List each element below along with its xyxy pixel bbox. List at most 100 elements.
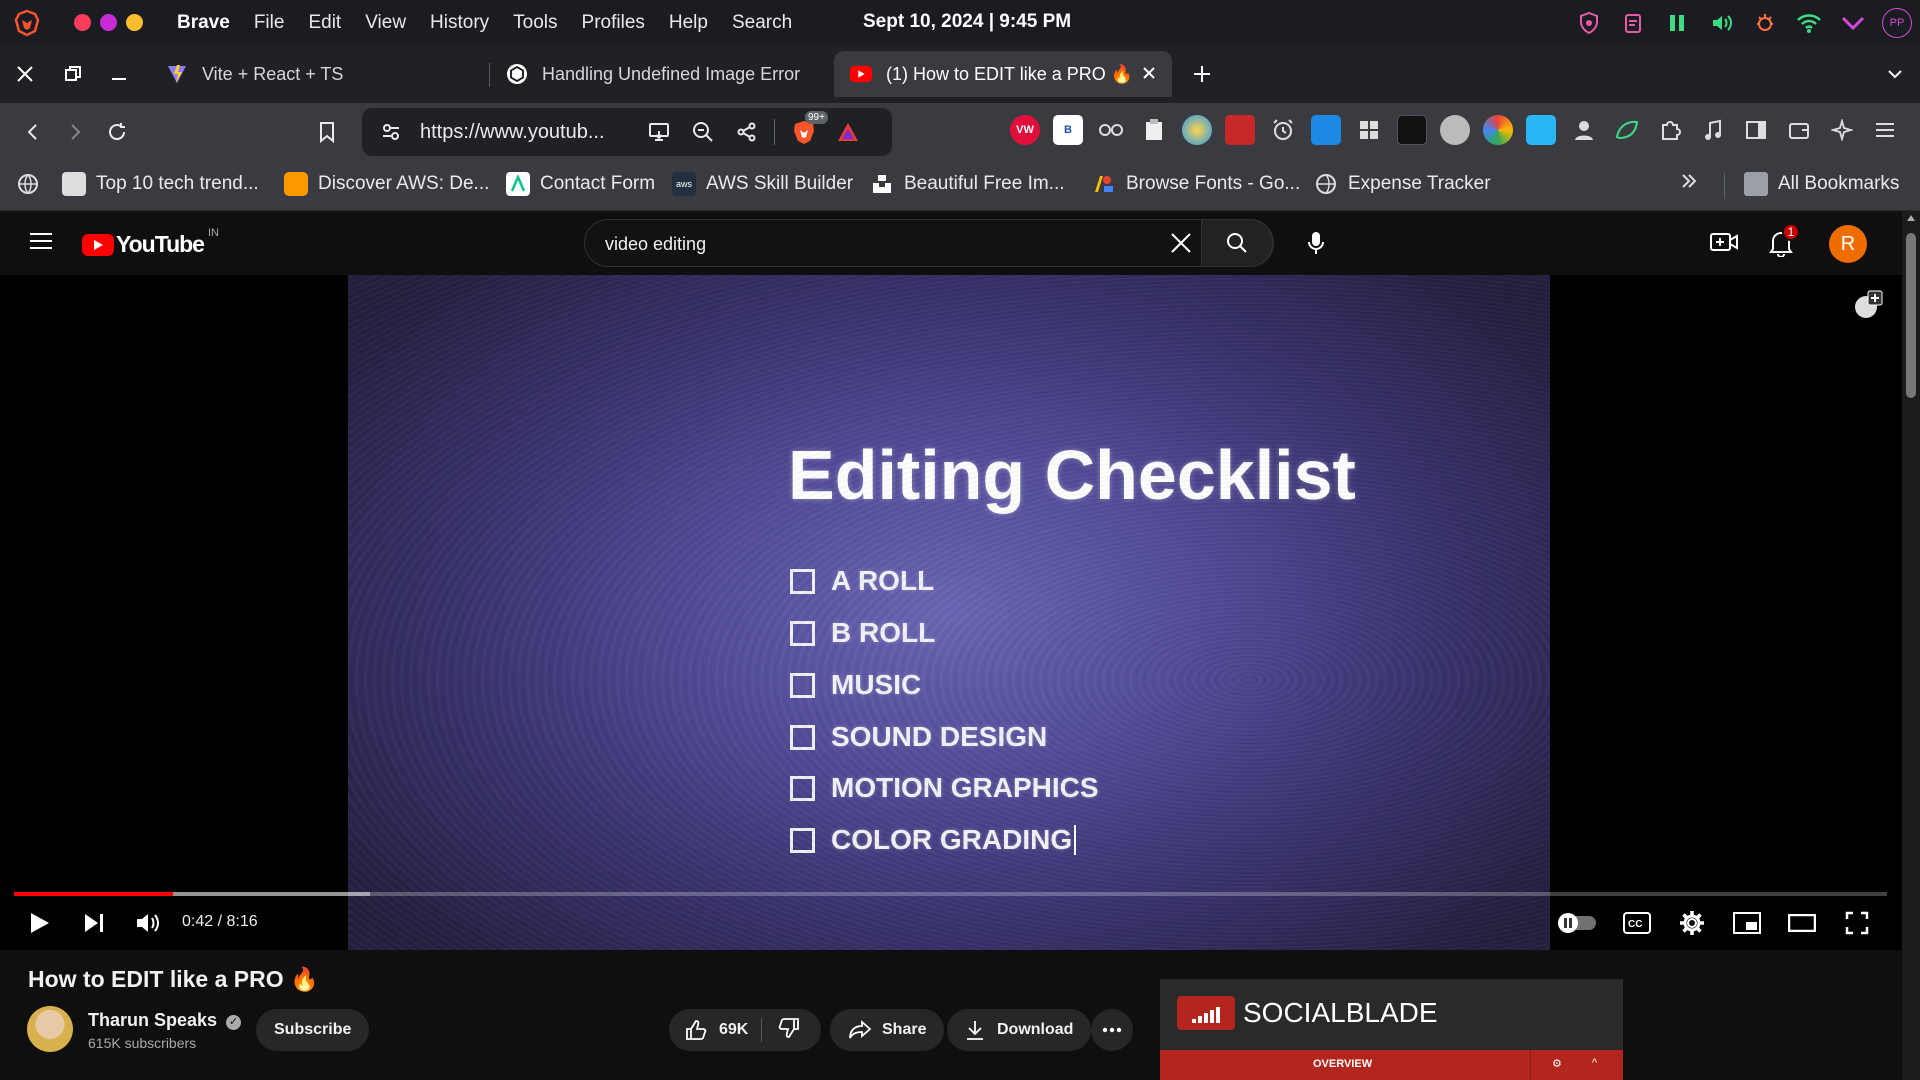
autoplay-toggle[interactable]: [1558, 903, 1598, 943]
volume-icon[interactable]: [128, 903, 168, 943]
video-player[interactable]: Editing Checklist A ROLL B ROLL MUSIC SO…: [0, 275, 1902, 950]
close-icon[interactable]: [8, 57, 42, 91]
minimize-icon[interactable]: [102, 57, 136, 91]
brave-rewards-icon[interactable]: [833, 117, 863, 147]
extension-person-icon[interactable]: [1569, 115, 1599, 145]
profile-icon[interactable]: PP: [1882, 8, 1912, 38]
new-tab-icon[interactable]: [1185, 57, 1219, 91]
menu-file[interactable]: File: [242, 12, 297, 34]
info-card-icon[interactable]: [1852, 289, 1884, 326]
extension-web-icon[interactable]: [1440, 115, 1470, 145]
system-clock[interactable]: Sept 10, 2024 | 9:45 PM: [863, 11, 1071, 33]
tab-vite-react[interactable]: Vite + React + TS: [150, 51, 480, 97]
more-actions-button[interactable]: [1091, 1009, 1133, 1051]
extension-wave-icon[interactable]: [1526, 115, 1556, 145]
back-icon[interactable]: [16, 115, 50, 149]
bug-icon[interactable]: [1750, 8, 1780, 38]
tab-youtube-active[interactable]: (1) How to EDIT like a PRO 🔥: [834, 51, 1172, 97]
create-video-icon[interactable]: [1710, 230, 1738, 259]
volume-icon[interactable]: [1706, 8, 1736, 38]
bookmark-globe-icon[interactable]: [16, 172, 50, 196]
brave-shields-icon[interactable]: 99+: [789, 111, 828, 147]
subtitles-icon[interactable]: CC: [1617, 903, 1657, 943]
socialblade-overview-tab[interactable]: OVERVIEW: [1313, 1058, 1372, 1070]
site-settings-icon[interactable]: [376, 117, 406, 147]
menu-app-name[interactable]: Brave: [165, 12, 242, 34]
fullscreen-icon[interactable]: [1837, 903, 1877, 943]
extension-vw-icon[interactable]: VW: [1010, 115, 1040, 145]
bookmarks-overflow-icon[interactable]: [1680, 172, 1698, 190]
progress-bar[interactable]: [14, 892, 1887, 896]
next-video-icon[interactable]: [74, 903, 114, 943]
play-icon[interactable]: [20, 903, 60, 943]
brave-logo-icon[interactable]: [10, 6, 44, 40]
zoom-icon[interactable]: [688, 117, 718, 147]
channel-avatar[interactable]: [27, 1006, 73, 1052]
tab-handling-undefined[interactable]: Handling Undefined Image Error: [490, 51, 830, 97]
scroll-up-icon[interactable]: [1907, 215, 1915, 221]
minimize-window-dot[interactable]: [100, 14, 117, 31]
sidebar-toggle-icon[interactable]: [1741, 115, 1771, 145]
search-input[interactable]: [605, 230, 1145, 258]
bookmark-top10[interactable]: Top 10 tech trend...: [62, 172, 259, 196]
extension-book-icon[interactable]: [1225, 115, 1255, 145]
menu-edit[interactable]: Edit: [296, 12, 353, 34]
user-avatar[interactable]: R: [1829, 225, 1867, 263]
menu-history[interactable]: History: [418, 12, 501, 34]
chevron-down-icon[interactable]: [1838, 8, 1868, 38]
menu-profiles[interactable]: Profiles: [570, 12, 657, 34]
subscribe-button[interactable]: Subscribe: [256, 1009, 370, 1051]
share-button[interactable]: Share: [830, 1009, 945, 1051]
youtube-logo[interactable]: YouTube IN: [82, 227, 219, 258]
scroll-thumb[interactable]: [1906, 233, 1916, 398]
menu-view[interactable]: View: [353, 12, 418, 34]
bookmark-contact-form[interactable]: Contact Form: [506, 172, 655, 196]
notifications-bell-icon[interactable]: 1: [1768, 223, 1800, 262]
settings-gear-icon[interactable]: [1672, 903, 1712, 943]
socialblade-logo[interactable]: SOCIALBLADE: [1177, 996, 1438, 1030]
extension-color-icon[interactable]: [1483, 115, 1513, 145]
extension-glasses-icon[interactable]: [1096, 115, 1126, 145]
menu-search[interactable]: Search: [720, 12, 804, 34]
tab-close-icon[interactable]: [1142, 64, 1156, 85]
bookmark-page-icon[interactable]: [310, 115, 344, 149]
restore-icon[interactable]: [56, 57, 90, 91]
bookmark-aws-skill[interactable]: aws AWS Skill Builder: [672, 172, 853, 196]
media-music-icon[interactable]: [1698, 115, 1728, 145]
extension-alarm-icon[interactable]: [1268, 115, 1298, 145]
url-text[interactable]: https://www.youtub...: [420, 121, 630, 144]
all-bookmarks[interactable]: All Bookmarks: [1744, 172, 1899, 196]
reload-icon[interactable]: [100, 115, 134, 149]
menu-tools[interactable]: Tools: [501, 12, 569, 34]
tab-search-chevron-icon[interactable]: [1878, 57, 1912, 91]
extension-leaf-icon[interactable]: [1612, 115, 1642, 145]
extension-clipboard-icon[interactable]: [1139, 115, 1169, 145]
socialblade-collapse-icon[interactable]: ^: [1592, 1057, 1597, 1069]
main-menu-icon[interactable]: [1870, 115, 1900, 145]
bookmark-unsplash[interactable]: Beautiful Free Im...: [870, 172, 1065, 196]
close-window-dot[interactable]: [74, 14, 91, 31]
voice-search-button[interactable]: [1296, 223, 1336, 263]
extension-window-icon[interactable]: [1311, 115, 1341, 145]
bookmark-aws-discover[interactable]: Discover AWS: De...: [284, 172, 489, 196]
search-button[interactable]: [1201, 219, 1273, 267]
miniplayer-icon[interactable]: [1727, 903, 1767, 943]
wifi-icon[interactable]: [1794, 8, 1824, 38]
bookmark-expense-tracker[interactable]: Expense Tracker: [1314, 172, 1491, 196]
like-button[interactable]: 69K: [669, 1019, 761, 1041]
clear-search-icon[interactable]: [1169, 231, 1193, 260]
bookmark-google-fonts[interactable]: Browse Fonts - Go...: [1092, 172, 1300, 196]
zoom-window-dot[interactable]: [126, 14, 143, 31]
menu-help[interactable]: Help: [657, 12, 720, 34]
theater-mode-icon[interactable]: [1782, 903, 1822, 943]
wallet-icon[interactable]: [1784, 115, 1814, 145]
socialblade-settings-icon[interactable]: ⚙: [1552, 1057, 1562, 1070]
clipboard-icon[interactable]: [1618, 8, 1648, 38]
shield-icon[interactable]: [1574, 8, 1604, 38]
share-icon[interactable]: [732, 117, 762, 147]
page-scrollbar[interactable]: [1902, 211, 1920, 1080]
extension-dark-icon[interactable]: [1397, 115, 1427, 145]
dislike-button[interactable]: [762, 1017, 800, 1044]
cast-icon[interactable]: [644, 117, 674, 147]
download-button[interactable]: Download: [947, 1009, 1092, 1051]
